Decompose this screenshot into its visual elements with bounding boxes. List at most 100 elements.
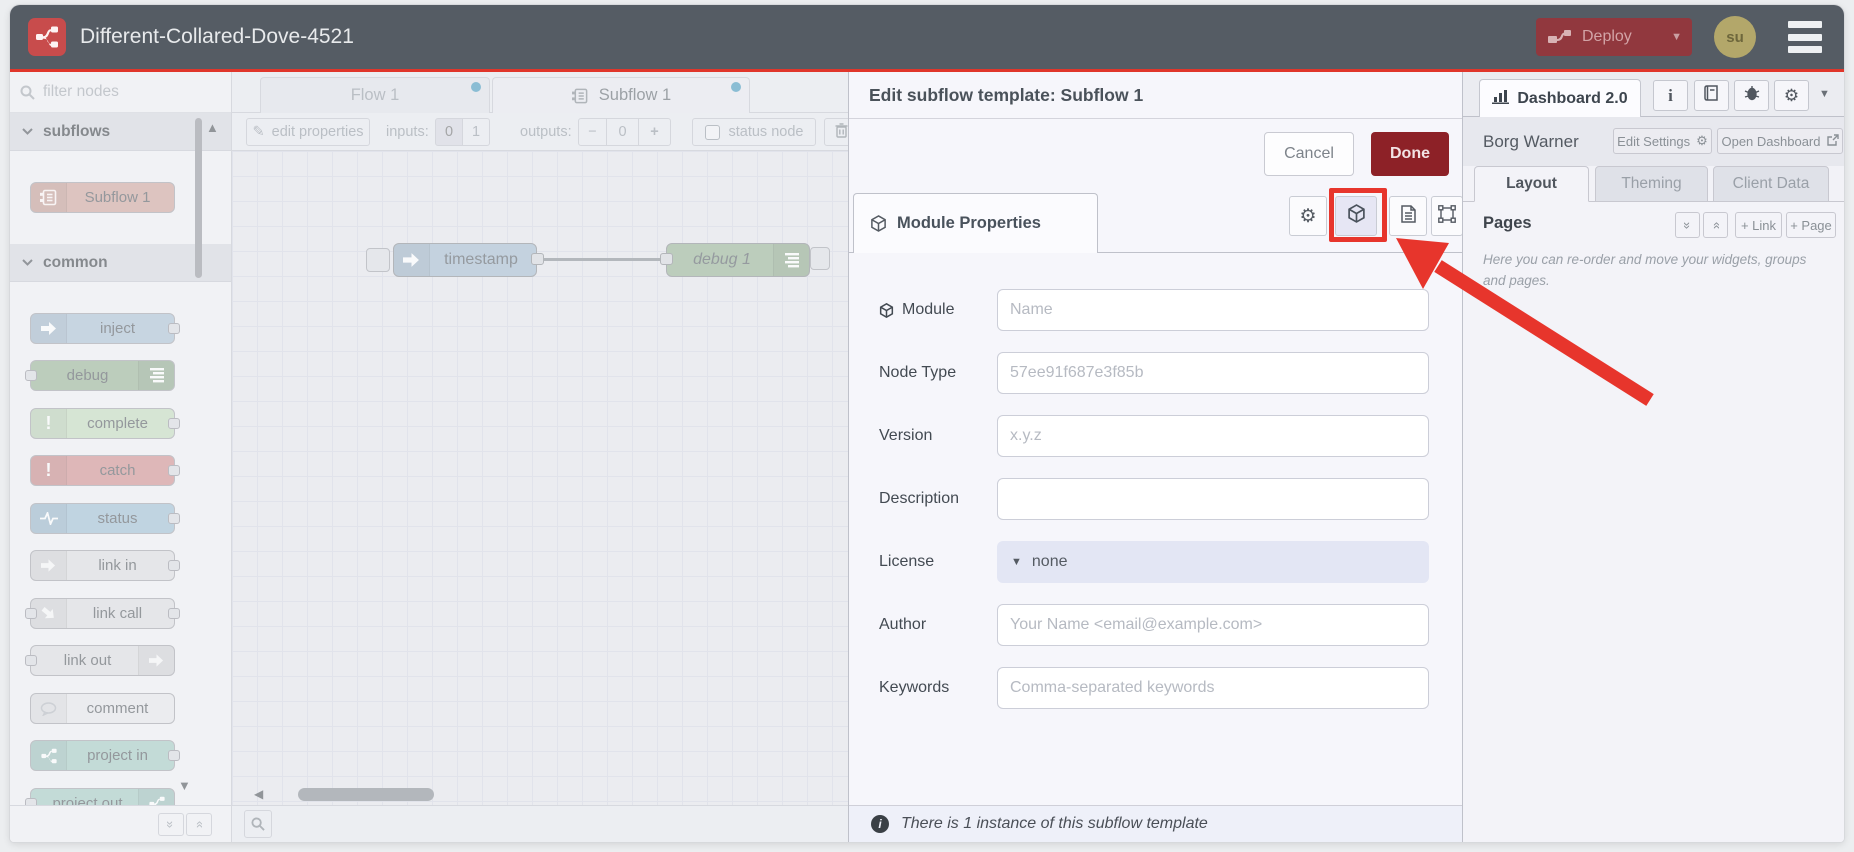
palette-node-link-call[interactable]: link call	[25, 598, 180, 629]
tab-module-properties[interactable]: Module Properties	[853, 193, 1098, 253]
main-menu-button[interactable]	[1788, 21, 1822, 53]
canvas-node-timestamp[interactable]: timestamp	[393, 243, 537, 277]
debug-toggle-button[interactable]	[810, 247, 830, 270]
tab-theming[interactable]: Theming	[1595, 166, 1708, 202]
form-row-author: Author	[849, 604, 1462, 646]
info-tab-button[interactable]: i	[1653, 80, 1688, 111]
move-up-button[interactable]: »	[1675, 212, 1700, 238]
config-nodes-tab-button[interactable]: ⚙	[1774, 80, 1809, 111]
status-node-checkbox[interactable]	[704, 124, 720, 140]
move-down-button[interactable]: »	[1703, 212, 1728, 238]
search-icon	[251, 817, 265, 831]
app-header: Different-Collared-Dove-4521 Deploy ▼ su	[10, 5, 1844, 69]
output-port	[168, 608, 180, 619]
tab-dashboard-2[interactable]: Dashboard 2.0	[1479, 79, 1641, 117]
palette-expand-all-button[interactable]: »	[186, 813, 212, 836]
description-input[interactable]	[997, 478, 1429, 520]
license-select[interactable]: ▼ none	[997, 541, 1429, 583]
canvas-node-debug-1[interactable]: debug 1	[666, 243, 810, 277]
deploy-button[interactable]: Deploy ▼	[1536, 18, 1692, 56]
main-area: filter nodes subflows Subflow 1 common i…	[10, 72, 1844, 842]
user-avatar[interactable]: su	[1714, 16, 1756, 58]
status-node-toggle[interactable]: status node	[692, 118, 816, 146]
dialog-title: Edit subflow template: Subflow 1	[849, 72, 1462, 119]
input-port	[25, 370, 37, 381]
canvas-zoom-search-button[interactable]	[244, 810, 272, 838]
palette-search[interactable]: filter nodes	[10, 72, 231, 113]
canvas-footer	[232, 805, 848, 842]
output-port	[168, 750, 180, 761]
palette-node-link-in[interactable]: link in	[30, 550, 180, 581]
tab-subflow-1[interactable]: Subflow 1	[492, 77, 750, 113]
tab-flow-1[interactable]: Flow 1	[260, 77, 490, 113]
open-dashboard-button[interactable]: Open Dashboard	[1717, 128, 1843, 154]
form-row-module: Module	[849, 289, 1462, 331]
deploy-caret-icon[interactable]: ▼	[1671, 31, 1682, 43]
outputs-plus-button[interactable]: +	[638, 118, 671, 146]
outputs-minus-button[interactable]: −	[578, 118, 607, 146]
add-link-button[interactable]: + Link	[1735, 212, 1782, 238]
author-input[interactable]	[997, 604, 1429, 646]
scroll-left-icon[interactable]: ◀	[254, 787, 263, 801]
appearance-tab-button[interactable]	[1431, 196, 1463, 236]
layout-pane: Pages » » + Link + Page Here you can re-…	[1463, 202, 1844, 842]
sidebar-menu-caret-icon[interactable]: ▼	[1819, 88, 1830, 100]
tab-layout[interactable]: Layout	[1474, 166, 1589, 202]
output-port[interactable]	[531, 253, 544, 265]
double-chevron-up-icon: »	[1679, 221, 1695, 229]
edit-settings-button[interactable]: Edit Settings ⚙	[1613, 128, 1712, 154]
palette-node-comment[interactable]: comment	[30, 693, 175, 724]
add-page-button[interactable]: + Page	[1786, 212, 1836, 238]
palette-scroll-down-icon[interactable]: ▼	[178, 778, 191, 793]
description-tab-button[interactable]	[1389, 196, 1427, 236]
palette-scrollbar[interactable]	[195, 118, 202, 278]
output-port	[168, 323, 180, 334]
palette-node-complete[interactable]: ! complete	[30, 408, 180, 439]
version-input[interactable]	[997, 415, 1429, 457]
module-properties-tab-button[interactable]	[1335, 196, 1377, 236]
delete-subflow-button[interactable]	[824, 118, 848, 146]
help-tab-button[interactable]	[1694, 80, 1729, 111]
palette-node-debug[interactable]: debug	[25, 360, 175, 391]
palette-scroll-up-icon[interactable]: ▲	[206, 120, 219, 135]
dialog-footer: i There is 1 instance of this subflow te…	[849, 805, 1462, 842]
edit-subflow-dialog: Edit subflow template: Subflow 1 Cancel …	[848, 72, 1463, 842]
palette-node-link-out[interactable]: link out	[25, 645, 175, 676]
palette-node-catch[interactable]: ! catch	[30, 455, 180, 486]
keywords-input[interactable]	[997, 667, 1429, 709]
node-type-label: Node Type	[879, 364, 957, 381]
cancel-button[interactable]: Cancel	[1264, 132, 1354, 176]
layout-help-text: Here you can re-order and move your widg…	[1483, 252, 1807, 288]
inject-trigger-button[interactable]	[366, 248, 390, 272]
double-chevron-down-icon: »	[191, 820, 207, 829]
info-icon: i	[871, 815, 889, 833]
version-label: Version	[879, 427, 933, 444]
inputs-0-button[interactable]: 0	[435, 118, 463, 146]
group-frame-icon	[1438, 204, 1456, 228]
output-port	[168, 418, 180, 429]
node-type-input[interactable]	[997, 352, 1429, 394]
chevron-down-icon	[22, 259, 33, 266]
edit-properties-tab-button[interactable]: ⚙	[1289, 196, 1327, 236]
done-button[interactable]: Done	[1371, 132, 1449, 176]
document-icon	[1400, 204, 1416, 228]
node-palette: filter nodes subflows Subflow 1 common i…	[10, 72, 232, 842]
cube-icon	[870, 215, 887, 232]
subflow-icon	[571, 88, 590, 104]
palette-node-inject[interactable]: inject	[30, 313, 180, 344]
inputs-1-button[interactable]: 1	[462, 118, 490, 146]
debug-tab-button[interactable]	[1734, 80, 1769, 111]
flow-canvas[interactable]: timestamp debug 1 ◀	[232, 151, 848, 805]
module-input[interactable]	[997, 289, 1429, 331]
palette-node-subflow-1[interactable]: Subflow 1	[30, 182, 175, 213]
input-port[interactable]	[660, 253, 673, 265]
palette-node-status[interactable]: status	[30, 503, 180, 534]
tab-client-data[interactable]: Client Data	[1713, 166, 1829, 202]
edit-properties-button[interactable]: ✎ edit properties	[246, 118, 370, 146]
workspace-tabbar: Flow 1 Subflow 1	[232, 72, 848, 113]
palette-node-project-in[interactable]: project in	[30, 740, 180, 771]
palette-collapse-all-button[interactable]: »	[158, 813, 184, 836]
horizontal-scrollbar[interactable]	[298, 788, 434, 801]
double-chevron-up-icon: »	[163, 820, 179, 829]
status-icon	[31, 504, 67, 533]
